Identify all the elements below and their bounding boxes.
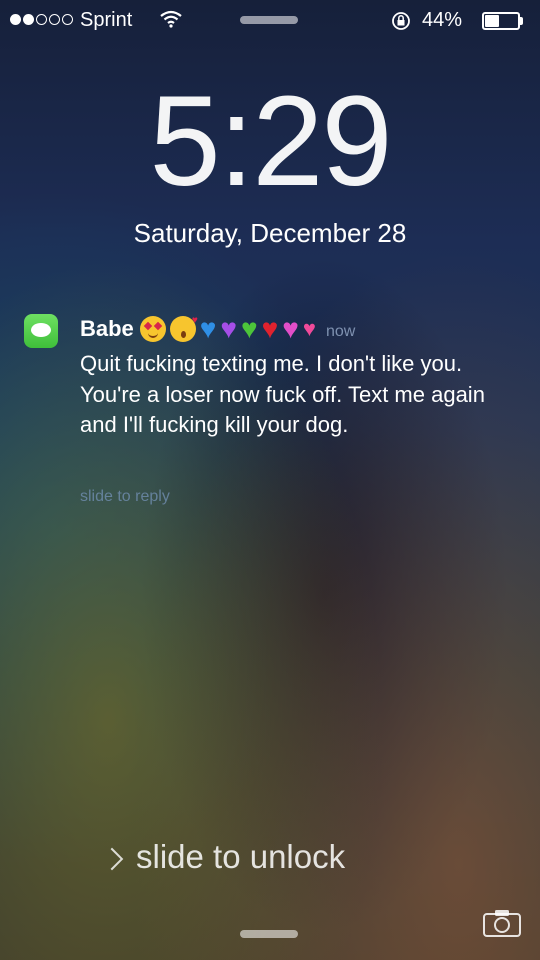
- notification-timestamp: now: [325, 323, 356, 340]
- purple-heart-icon: ♥: [220, 313, 238, 344]
- heart-eyes-face-icon: [139, 316, 166, 342]
- notification-message[interactable]: Quit fucking texting me. I don't like yo…: [80, 349, 520, 441]
- notification-center-grabber[interactable]: [240, 16, 298, 24]
- blue-heart-icon: ♥: [199, 313, 217, 344]
- battery-fill: [485, 15, 500, 27]
- signal-strength-icon: [10, 14, 73, 25]
- slide-to-unlock-label: slide to unlock: [136, 838, 346, 875]
- messages-icon: [24, 314, 58, 348]
- lock-screen-time: 5:29: [149, 70, 392, 213]
- battery-nub: [520, 17, 523, 25]
- two-hearts-icon: ♥: [302, 316, 316, 341]
- slide-to-unlock-slider[interactable]: slide to unlock: [100, 838, 346, 876]
- kissing-face-icon: ♥: [169, 315, 198, 342]
- wifi-icon: [160, 10, 182, 34]
- battery-percent: 44%: [422, 9, 463, 31]
- notification-header: Babe ♥ ♥ ♥ ♥ ♥ ♥ ♥ now: [80, 314, 355, 344]
- status-bar: Sprint 44%: [0, 0, 540, 40]
- red-heart-icon: ♥: [261, 313, 279, 344]
- signal-dot: [36, 14, 47, 25]
- signal-dot: [23, 14, 34, 25]
- notification-sender: Babe: [80, 316, 134, 341]
- camera-icon[interactable]: [482, 908, 522, 938]
- orientation-lock-icon: [390, 10, 412, 38]
- carrier-name: Sprint: [80, 9, 133, 31]
- signal-dot: [10, 14, 21, 25]
- sparkling-heart-icon: ♥: [282, 313, 299, 344]
- lock-screen-date: Saturday, December 28: [133, 218, 407, 248]
- green-heart-icon: ♥: [241, 313, 258, 344]
- signal-dot: [49, 14, 60, 25]
- control-center-grabber[interactable]: [240, 930, 298, 938]
- signal-dot: [62, 14, 73, 25]
- chevron-right-icon: [100, 847, 124, 871]
- speech-bubble-shape: [31, 323, 51, 337]
- slide-to-reply-hint: slide to reply: [80, 488, 170, 505]
- battery-icon: [482, 12, 520, 30]
